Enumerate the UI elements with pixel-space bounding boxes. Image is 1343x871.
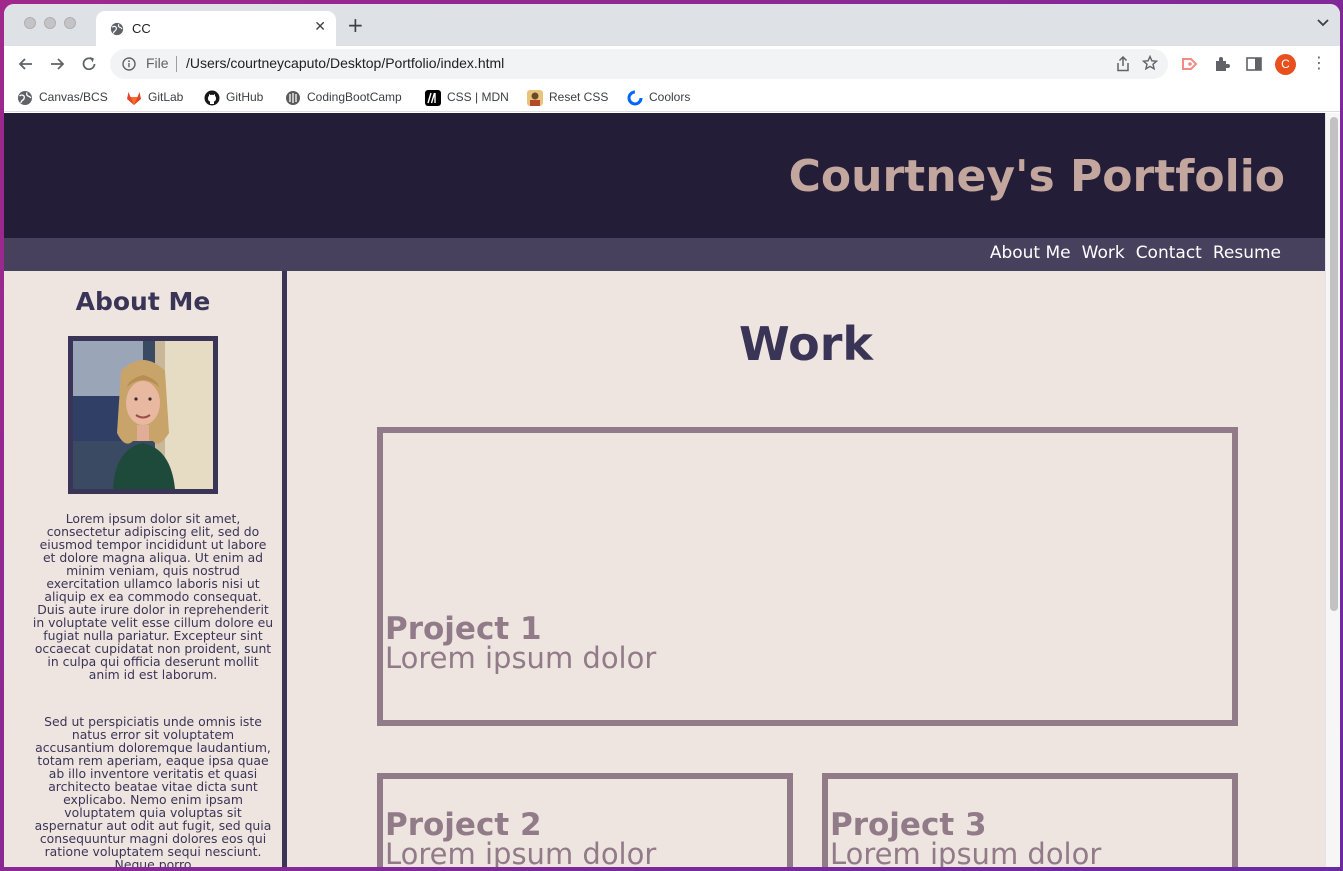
project-description: Lorem ipsum dolor — [830, 837, 1102, 867]
bookmark-coolors[interactable]: Coolors — [627, 88, 690, 106]
browser-toolbar: File /Users/courtneycaputo/Desktop/Portf… — [4, 46, 1340, 82]
work-heading: Work — [739, 317, 873, 371]
new-tab-button[interactable]: + — [347, 15, 364, 35]
bookmark-label: CSS | MDN — [447, 90, 509, 104]
mdn-icon — [425, 89, 441, 106]
bookmark-gitlab[interactable]: GitLab — [126, 88, 183, 106]
gitlab-icon — [127, 91, 141, 105]
page-viewport: Courtney's Portfolio About Me Work Conta… — [4, 113, 1325, 867]
bookmark-label: Reset CSS — [549, 90, 609, 104]
info-icon[interactable] — [122, 57, 136, 71]
about-me-sidebar: About Me Lorem ipsum dolor sit amet, con… — [4, 271, 282, 867]
bookmark-github[interactable]: GitHub — [204, 88, 263, 106]
github-icon — [204, 90, 220, 106]
more-menu-icon[interactable]: ⋮ — [1311, 55, 1327, 71]
screen-record-extension-icon[interactable] — [1181, 55, 1199, 73]
nav-link-work[interactable]: Work — [1082, 243, 1125, 263]
bookmarks-bar: Canvas/BCS GitLab GitHub CodingBootCamp — [4, 82, 1340, 112]
coolors-icon — [627, 90, 643, 106]
address-scheme: File — [146, 55, 169, 71]
site-header: Courtney's Portfolio — [4, 113, 1325, 238]
close-tab-icon[interactable]: ✕ — [314, 19, 326, 35]
bookmark-label: GitHub — [226, 90, 264, 104]
tab-title: CC — [132, 21, 151, 36]
extensions-puzzle-icon[interactable] — [1213, 55, 1231, 73]
about-me-heading: About Me — [75, 287, 211, 316]
bookmark-canvas-bcs[interactable]: Canvas/BCS — [17, 88, 108, 106]
nav-link-contact[interactable]: Contact — [1136, 243, 1202, 263]
minimize-window-button[interactable] — [44, 17, 56, 29]
nav-link-resume[interactable]: Resume — [1213, 243, 1281, 263]
project-card-3[interactable]: Project 3 Lorem ipsum dolor — [822, 773, 1238, 867]
bookmark-label: Canvas/BCS — [39, 90, 108, 104]
address-url[interactable]: /Users/courtneycaputo/Desktop/Portfolio/… — [186, 55, 504, 71]
bookmark-label: Coolors — [649, 90, 691, 104]
globe-icon — [18, 90, 32, 105]
project-card-1[interactable]: Project 1 Lorem ipsum dolor — [377, 427, 1238, 726]
bookmark-reset-css[interactable]: Reset CSS — [527, 88, 608, 106]
site-nav: About Me Work Contact Resume — [4, 238, 1325, 271]
chevron-down-icon[interactable] — [1316, 18, 1330, 28]
tab-strip: CC ✕ + — [4, 4, 1340, 47]
about-me-paragraph: Sed ut perspiciatis unde omnis iste natu… — [34, 714, 272, 867]
reload-icon[interactable] — [79, 54, 99, 74]
site-title: Courtney's Portfolio — [788, 151, 1285, 202]
bookmark-star-icon[interactable] — [1142, 55, 1158, 71]
forward-arrow-icon[interactable] — [47, 54, 67, 74]
share-icon[interactable] — [1116, 56, 1130, 72]
address-bar[interactable]: File /Users/courtneycaputo/Desktop/Portf… — [110, 49, 1168, 79]
project-card-2[interactable]: Project 2 Lorem ipsum dolor — [377, 773, 793, 867]
about-me-paragraph: Lorem ipsum dolor sit amet, consectetur … — [32, 511, 274, 682]
project-description: Lorem ipsum dolor — [385, 641, 657, 675]
bookmark-label: GitLab — [148, 90, 184, 104]
scrollbar-thumb[interactable] — [1330, 117, 1338, 611]
browser-window: CC ✕ + File /Users/courtneycaputo/Deskto… — [4, 4, 1340, 867]
bookmark-label: CodingBootCamp — [307, 90, 402, 104]
tab-active[interactable]: CC ✕ — [96, 11, 336, 47]
address-divider — [176, 56, 177, 72]
bootcamp-icon — [286, 90, 300, 105]
profile-avatar[interactable]: C — [1275, 54, 1296, 75]
close-window-button[interactable] — [24, 17, 36, 29]
globe-icon — [110, 22, 124, 36]
maximize-window-button[interactable] — [64, 17, 76, 29]
page-scrollbar[interactable] — [1325, 113, 1340, 867]
bookmark-codingbootcamp[interactable]: CodingBootCamp — [285, 88, 402, 106]
profile-photo — [68, 336, 218, 494]
back-arrow-icon[interactable] — [16, 54, 36, 74]
work-section: Work Project 1 Lorem ipsum dolor Project… — [287, 271, 1325, 867]
project-description: Lorem ipsum dolor — [385, 837, 657, 867]
side-panel-icon[interactable] — [1245, 55, 1263, 73]
nav-link-about-me[interactable]: About Me — [990, 243, 1071, 263]
reset-css-icon — [527, 89, 543, 106]
bookmark-css-mdn[interactable]: CSS | MDN — [425, 88, 509, 106]
